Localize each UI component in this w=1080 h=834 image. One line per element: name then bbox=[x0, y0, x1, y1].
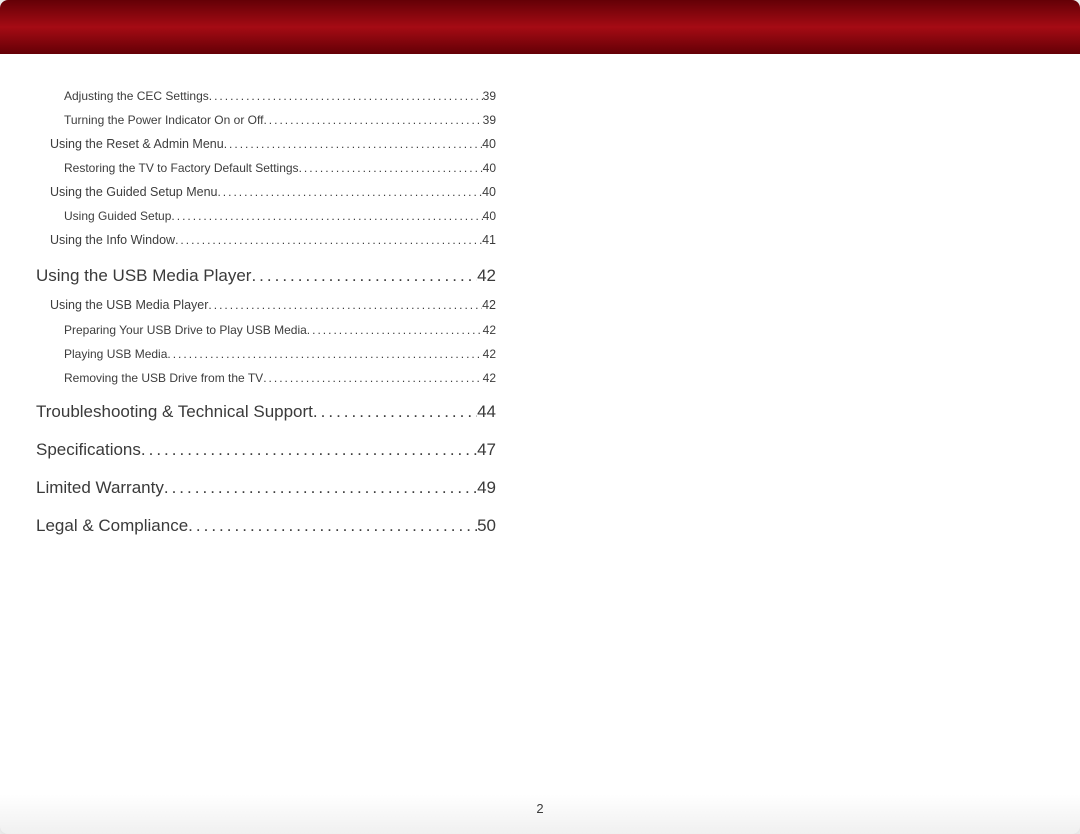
toc-entry-title: Specifications bbox=[36, 438, 141, 462]
toc-entry-title: Using the Info Window bbox=[50, 232, 175, 250]
toc-entry[interactable]: Preparing Your USB Drive to Play USB Med… bbox=[36, 322, 496, 339]
toc-leader-dots bbox=[263, 112, 482, 129]
toc-entry-title: Using the USB Media Player bbox=[36, 264, 251, 288]
toc-entry-page: 49 bbox=[477, 476, 496, 500]
document-page: Adjusting the CEC Settings39Turning the … bbox=[0, 0, 1080, 834]
toc-entry[interactable]: Using the Guided Setup Menu 40 bbox=[36, 184, 496, 202]
header-band bbox=[0, 0, 1080, 54]
toc-entry-title: Turning the Power Indicator On or Off bbox=[64, 112, 263, 129]
toc-entry-title: Limited Warranty bbox=[36, 476, 164, 500]
toc-entry-page: 40 bbox=[483, 160, 496, 177]
toc-entry-title: Using the Reset & Admin Menu bbox=[50, 136, 224, 154]
toc-entry-title: Troubleshooting & Technical Support bbox=[36, 400, 313, 424]
toc-entry-page: 50 bbox=[477, 514, 496, 538]
toc-entry-page: 44 bbox=[477, 400, 496, 424]
toc-entry-page: 42 bbox=[482, 297, 496, 315]
toc-entry-page: 41 bbox=[482, 232, 496, 250]
toc-leader-dots bbox=[209, 88, 483, 105]
toc-leader-dots bbox=[188, 514, 477, 538]
toc-leader-dots bbox=[217, 184, 482, 201]
toc-entry[interactable]: Using the Reset & Admin Menu 40 bbox=[36, 136, 496, 154]
toc-entry-page: 42 bbox=[477, 264, 496, 288]
toc-leader-dots bbox=[313, 400, 477, 424]
toc-entry-title: Preparing Your USB Drive to Play USB Med… bbox=[64, 322, 307, 339]
toc-entry[interactable]: Using the USB Media Player 42 bbox=[36, 297, 496, 315]
toc-entry-page: 40 bbox=[483, 208, 496, 225]
toc-entry-title: Adjusting the CEC Settings bbox=[64, 88, 209, 105]
toc-leader-dots bbox=[175, 232, 482, 249]
toc-entry[interactable]: Playing USB Media 42 bbox=[36, 346, 496, 363]
toc-leader-dots bbox=[171, 208, 482, 225]
toc-leader-dots bbox=[141, 438, 477, 462]
toc-entry-title: Using the Guided Setup Menu bbox=[50, 184, 217, 202]
toc-entry[interactable]: Using Guided Setup 40 bbox=[36, 208, 496, 225]
toc-leader-dots bbox=[263, 370, 482, 387]
toc-entry-title: Legal & Compliance bbox=[36, 514, 188, 538]
toc-entry-title: Playing USB Media bbox=[64, 346, 167, 363]
toc-entry-title: Restoring the TV to Factory Default Sett… bbox=[64, 160, 299, 177]
toc-leader-dots bbox=[224, 136, 482, 153]
toc-entry-page: 39 bbox=[483, 88, 496, 105]
toc-entry-page: 42 bbox=[483, 370, 496, 387]
toc-entry[interactable]: Limited Warranty 49 bbox=[36, 476, 496, 500]
toc-entry[interactable]: Using the Info Window 41 bbox=[36, 232, 496, 250]
toc-entry-page: 42 bbox=[483, 346, 496, 363]
toc-entry-title: Removing the USB Drive from the TV bbox=[64, 370, 263, 387]
toc-entry-title: Using the USB Media Player bbox=[50, 297, 208, 315]
toc-entry[interactable]: Turning the Power Indicator On or Off 39 bbox=[36, 112, 496, 129]
page-number: 2 bbox=[0, 801, 1080, 816]
toc-entry-page: 40 bbox=[482, 184, 496, 202]
toc-leader-dots bbox=[251, 264, 477, 288]
toc-entry-page: 47 bbox=[477, 438, 496, 462]
toc-leader-dots bbox=[208, 297, 482, 314]
toc-entry[interactable]: Removing the USB Drive from the TV 42 bbox=[36, 370, 496, 387]
toc-entry-page: 42 bbox=[483, 322, 496, 339]
toc-entry[interactable]: Troubleshooting & Technical Support 44 bbox=[36, 400, 496, 424]
toc-entry-page: 39 bbox=[483, 112, 496, 129]
toc-leader-dots bbox=[307, 322, 483, 339]
toc-entry[interactable]: Specifications 47 bbox=[36, 438, 496, 462]
toc-entry[interactable]: Using the USB Media Player 42 bbox=[36, 264, 496, 288]
toc-container: Adjusting the CEC Settings39Turning the … bbox=[36, 88, 496, 548]
toc-leader-dots bbox=[167, 346, 482, 363]
toc-entry-title: Using Guided Setup bbox=[64, 208, 171, 225]
toc-entry-page: 40 bbox=[482, 136, 496, 154]
toc-leader-dots bbox=[164, 476, 477, 500]
toc-leader-dots bbox=[299, 160, 483, 177]
toc-entry[interactable]: Legal & Compliance 50 bbox=[36, 514, 496, 538]
toc-entry[interactable]: Restoring the TV to Factory Default Sett… bbox=[36, 160, 496, 177]
toc-entry[interactable]: Adjusting the CEC Settings 39 bbox=[36, 88, 496, 105]
